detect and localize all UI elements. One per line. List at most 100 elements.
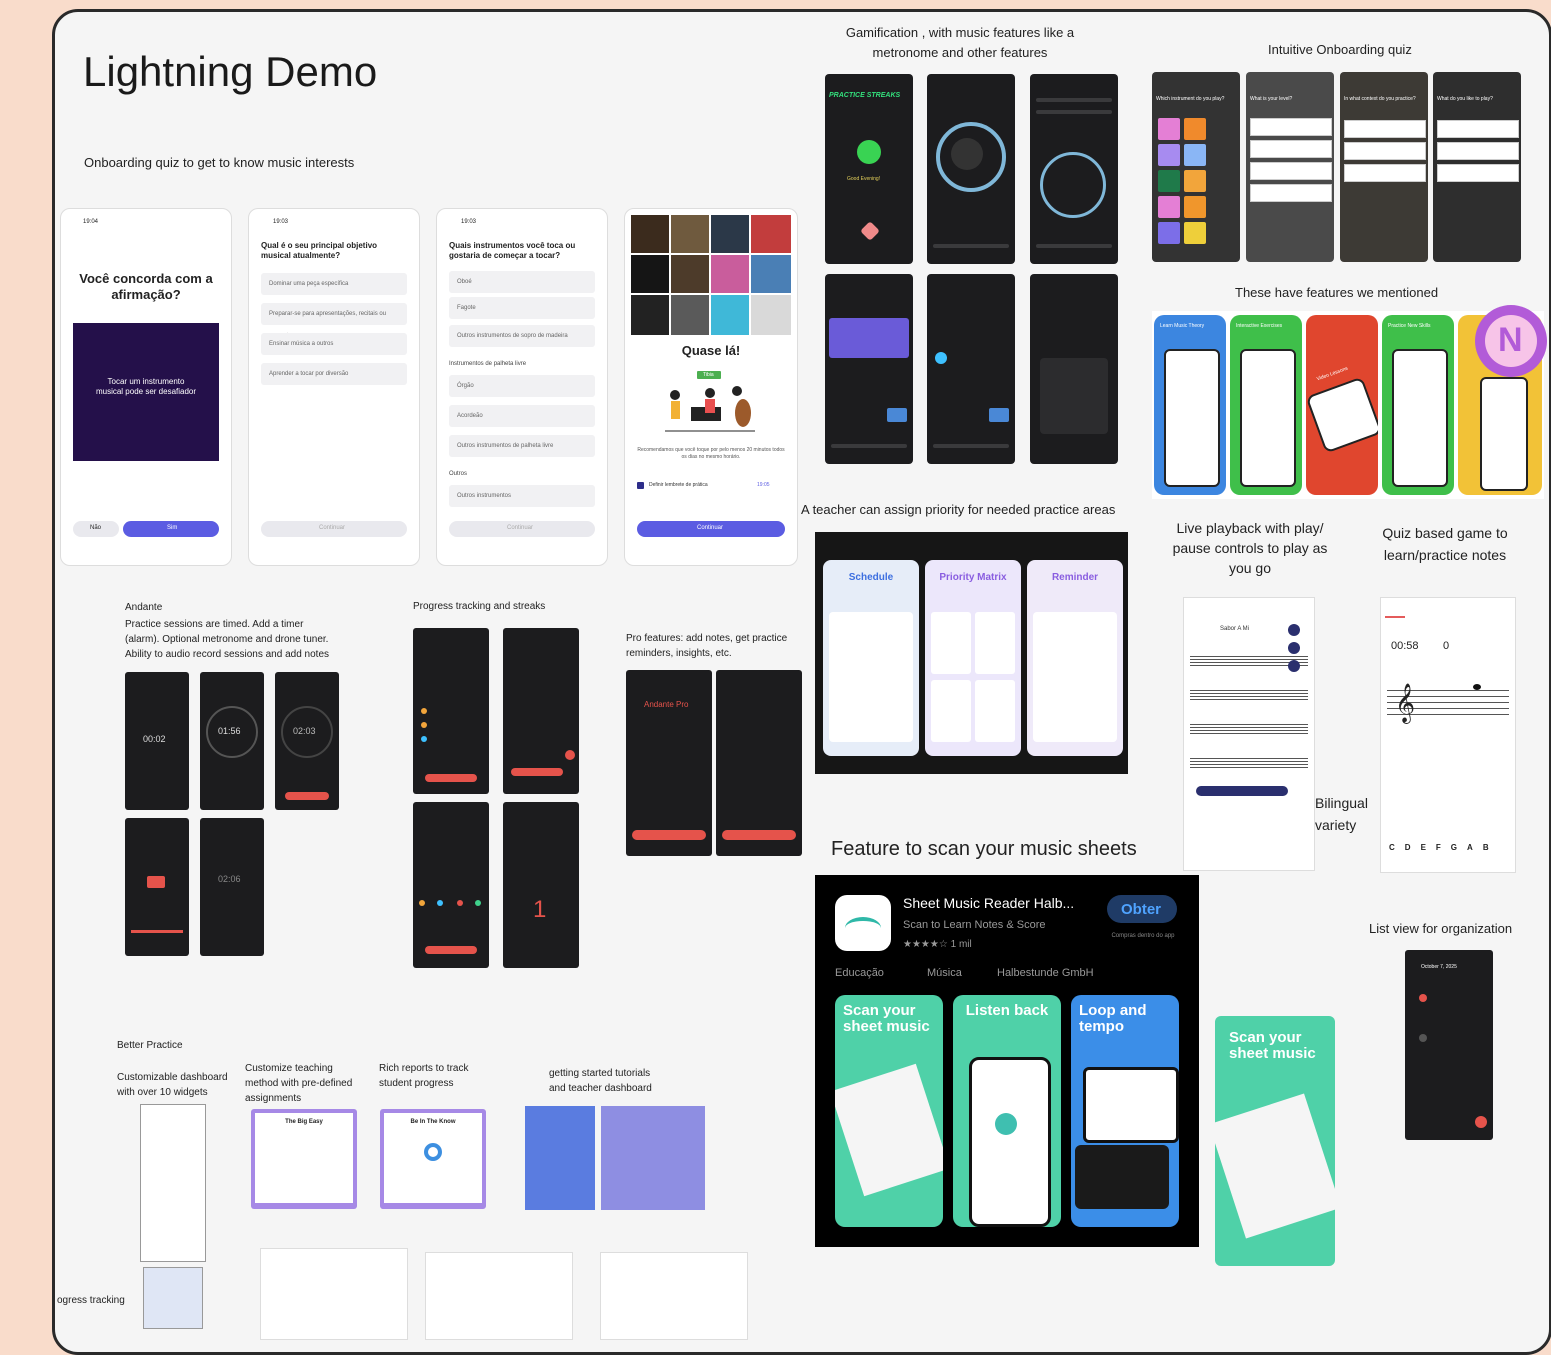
- andante-timer-screen[interactable]: 00:02: [125, 672, 189, 810]
- question-title: Quais instrumentos você toca ou gostaria…: [449, 241, 576, 260]
- timer-text: 00:58: [1391, 640, 1419, 652]
- option-item[interactable]: Dominar uma peça específica: [261, 273, 407, 295]
- list-view-caption: List view for organization: [1369, 921, 1513, 936]
- app-icon[interactable]: [835, 895, 891, 951]
- yes-button[interactable]: Sim: [123, 521, 219, 537]
- countdown-screen[interactable]: 1: [503, 802, 579, 968]
- continue-button[interactable]: Continuar: [261, 521, 407, 537]
- status-time: 19:03: [273, 219, 289, 225]
- loop-screenshot-panel[interactable]: Loop and tempo: [1071, 995, 1179, 1227]
- app-name: Sheet Music Reader Halb...: [903, 895, 1075, 911]
- reports-card[interactable]: Be In The Know: [380, 1109, 486, 1209]
- drone-toggle[interactable]: [935, 352, 947, 364]
- list-date: October 7, 2025: [1421, 964, 1457, 970]
- checkbox[interactable]: [637, 482, 644, 489]
- badge: Tibia: [697, 371, 721, 379]
- status-time: 19:04: [83, 219, 99, 225]
- note-quiz-screen[interactable]: 00:58 0 𝄞 CDEFGAB: [1380, 597, 1516, 873]
- question-title: Você concorda com a afirmação?: [79, 271, 213, 302]
- listen-screenshot-panel[interactable]: Listen back: [953, 995, 1061, 1227]
- beat-counter-screen[interactable]: [825, 274, 913, 464]
- donut-chart-icon: [424, 1143, 442, 1161]
- reminder-row[interactable]: Definir lembrete de prática 19:05: [637, 479, 785, 493]
- drone-screen[interactable]: [927, 274, 1015, 464]
- onboarding-screen-agree[interactable]: 19:04 Você concorda com a afirmação? Toc…: [60, 208, 232, 566]
- tab-reminder[interactable]: Reminder: [1027, 572, 1123, 583]
- tab-schedule[interactable]: Schedule: [823, 572, 919, 583]
- play-button[interactable]: [989, 408, 1009, 422]
- quiz-genre-screen[interactable]: What do you like to play?: [1433, 72, 1521, 262]
- reminder-screen[interactable]: Reminder: [1027, 560, 1123, 756]
- settings-menu-screen[interactable]: [1030, 274, 1118, 464]
- pause-icon[interactable]: [1288, 642, 1300, 654]
- heart-icon[interactable]: [860, 221, 880, 241]
- option-item[interactable]: Fagote: [449, 297, 595, 319]
- option-item[interactable]: Ensinar música a outros: [261, 333, 407, 355]
- circle-of-fifths-screen[interactable]: [927, 74, 1015, 264]
- option-item[interactable]: Outros instrumentos: [449, 485, 595, 507]
- tab-priority-matrix[interactable]: Priority Matrix: [925, 572, 1021, 583]
- stop-icon[interactable]: [1288, 660, 1300, 672]
- play-icon[interactable]: [1288, 624, 1300, 636]
- streak-title: PRACTICE STREAKS: [829, 92, 901, 99]
- option-item[interactable]: Oboé: [449, 271, 595, 293]
- option-item[interactable]: Aprender a tocar por diversão: [261, 363, 407, 385]
- playback-controls[interactable]: [1196, 786, 1288, 796]
- beat-pads[interactable]: [829, 318, 909, 358]
- app-store-listing[interactable]: Sheet Music Reader Halb... Scan to Learn…: [815, 875, 1199, 1247]
- quiz-game-caption: Quiz based game to learn/practice notes: [1382, 525, 1508, 563]
- quiz-context-screen[interactable]: In what context do you practice?: [1340, 72, 1428, 262]
- option-item[interactable]: Preparar-se para apresentações, recitais…: [261, 303, 407, 339]
- sheet-playback-screen[interactable]: Sabor A Mi: [1183, 597, 1315, 871]
- features-mentioned-caption: These have features we mentioned: [1235, 285, 1439, 300]
- add-button[interactable]: [1475, 1116, 1487, 1128]
- priority-matrix-screen[interactable]: Priority Matrix: [925, 560, 1021, 756]
- section-label: Instrumentos de palheta livre: [449, 361, 527, 367]
- get-button[interactable]: Obter: [1107, 895, 1177, 923]
- pro-feature-list-screen[interactable]: [716, 670, 802, 856]
- option-item[interactable]: Outros instrumentos de sopro de madeira: [449, 325, 595, 347]
- report-page: [425, 1252, 573, 1340]
- no-button[interactable]: Não: [73, 521, 119, 537]
- option-item[interactable]: Outros instrumentos de palheta livre: [449, 435, 595, 457]
- option-item[interactable]: Órgão: [449, 375, 595, 397]
- andante-timer-screen[interactable]: 02:06: [200, 818, 264, 956]
- andante-keypad-screen[interactable]: [125, 818, 189, 956]
- scan-screenshot-panel[interactable]: Scan your sheet music: [835, 995, 943, 1227]
- onboarding-screen-goal[interactable]: 19:03 Qual é o seu principal objetivo mu…: [248, 208, 420, 566]
- try-pro-button[interactable]: [722, 830, 796, 840]
- avatar[interactable]: N: [1475, 305, 1547, 377]
- play-icon[interactable]: [995, 1113, 1017, 1135]
- progress-screen[interactable]: [413, 802, 489, 968]
- metronome-screen[interactable]: [1030, 74, 1118, 264]
- intuitive-quiz-caption: Intuitive Onboarding quiz: [1268, 42, 1412, 57]
- andante-timer-screen[interactable]: 01:56: [200, 672, 264, 810]
- play-button[interactable]: [887, 408, 907, 422]
- app-category[interactable]: Educação: [835, 967, 884, 979]
- question-title: Qual é o seu principal objetivo musical …: [261, 241, 378, 260]
- quiz-level-screen[interactable]: What is your level?: [1246, 72, 1334, 262]
- quiz-instrument-screen[interactable]: Which instrument do you play?: [1152, 72, 1240, 262]
- onboarding-screen-almost-there[interactable]: Quase lá! Tibia Recomendamos que você to…: [624, 208, 798, 566]
- streaks-screen[interactable]: [503, 628, 579, 794]
- continue-button[interactable]: Continuar: [637, 521, 785, 537]
- feature-panel-videos: Video Lessons: [1306, 315, 1378, 495]
- list-view-screen[interactable]: October 7, 2025: [1405, 950, 1493, 1140]
- app-genre[interactable]: Música: [927, 967, 962, 979]
- option-item[interactable]: Acordeão: [449, 405, 595, 427]
- try-pro-button[interactable]: [632, 830, 706, 840]
- teaching-assignment-card[interactable]: The Big Easy: [251, 1109, 357, 1209]
- note-answer-keys[interactable]: CDEFGAB: [1389, 843, 1507, 852]
- streak-screen[interactable]: PRACTICE STREAKS Good Evening!: [825, 74, 913, 264]
- pro-screen[interactable]: Andante Pro: [626, 670, 712, 856]
- progress-screen[interactable]: [413, 628, 489, 794]
- app-developer[interactable]: Halbestunde GmbH: [997, 967, 1094, 979]
- tempo-dial[interactable]: [1040, 152, 1106, 218]
- popup-menu[interactable]: [1040, 358, 1108, 434]
- quote-card: Tocar um instrumento musical pode ser de…: [73, 323, 219, 461]
- andante-timer-screen[interactable]: 02:03: [275, 672, 339, 810]
- scan-screenshot-panel-large[interactable]: Scan your sheet music: [1215, 1016, 1335, 1266]
- onboarding-screen-instruments[interactable]: 19:03 Quais instrumentos você toca ou go…: [436, 208, 608, 566]
- continue-button[interactable]: Continuar: [449, 521, 595, 537]
- schedule-screen[interactable]: Schedule: [823, 560, 919, 756]
